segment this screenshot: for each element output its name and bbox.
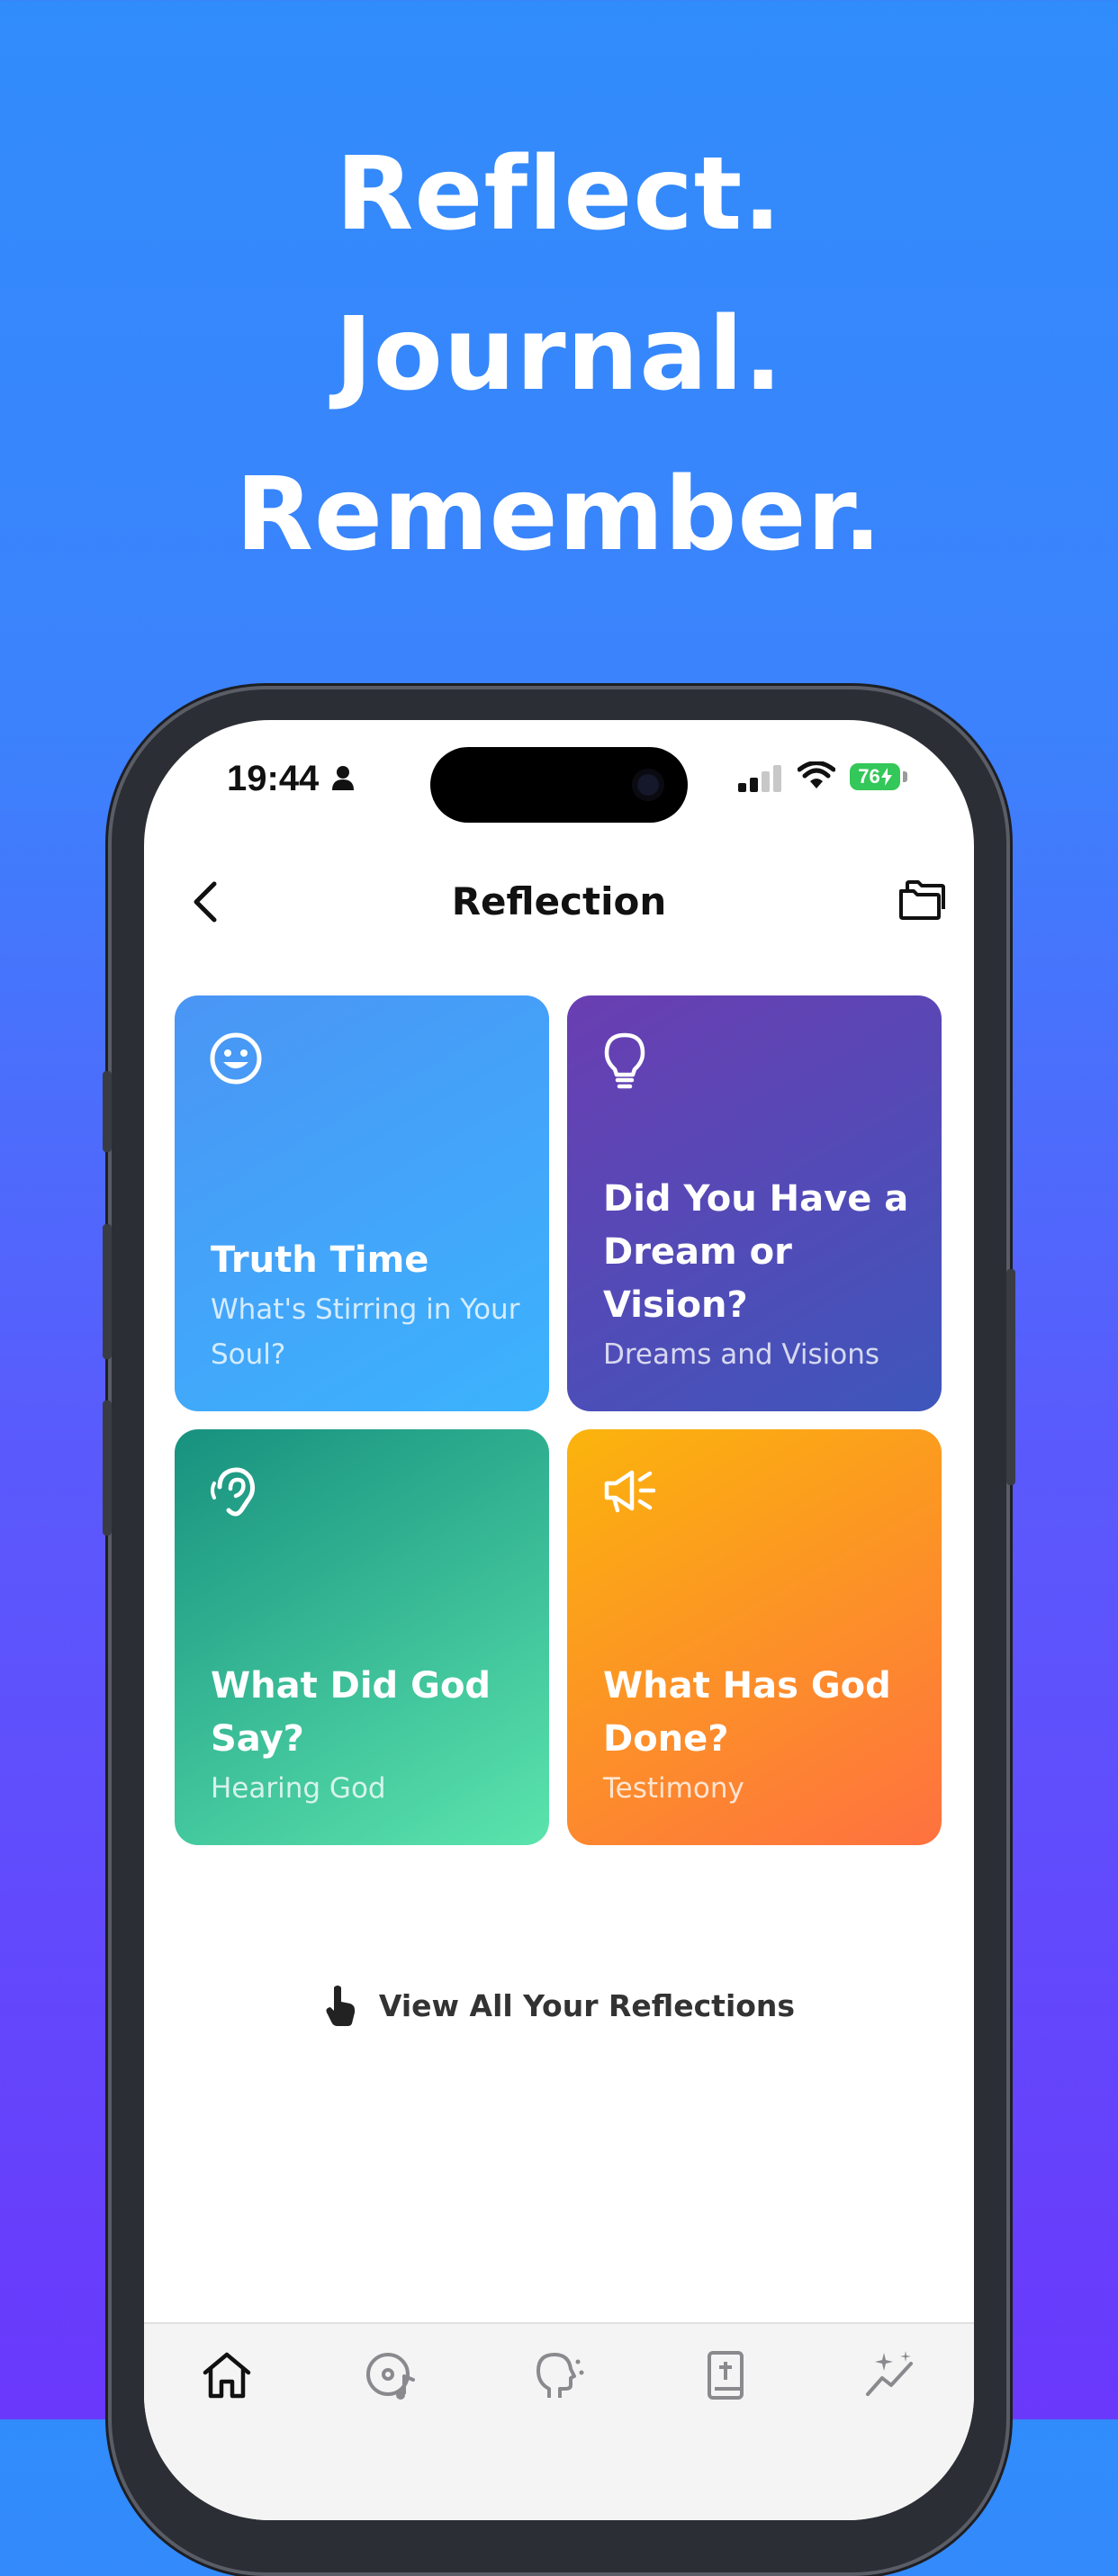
phone-volume-up: [103, 1224, 112, 1359]
card-title: Did You Have a Dream or Vision?: [603, 1178, 909, 1326]
card-subtitle: Dreams and Visions: [603, 1338, 880, 1371]
tab-bible[interactable]: [690, 2349, 762, 2412]
headline-journal: Journal.: [335, 296, 783, 413]
smiley-icon: [210, 1032, 262, 1085]
card-title: What Has God Done?: [603, 1665, 891, 1760]
phone-mute-switch: [103, 1071, 112, 1152]
card-subtitle: What's Stirring in Your Soul?: [211, 1293, 520, 1371]
music-disc-icon: [366, 2353, 415, 2400]
card-subtitle: Testimony: [603, 1772, 744, 1805]
headline-reflect: Reflect.: [336, 136, 782, 253]
wifi-icon: [798, 761, 835, 788]
card-subtitle: Hearing God: [211, 1772, 386, 1805]
bible-icon: [708, 2351, 744, 2400]
person-icon: [332, 766, 354, 790]
battery-indicator: 76: [850, 763, 900, 790]
lightbulb-icon: [604, 1032, 645, 1089]
camera-icon: [632, 769, 664, 801]
card-what-did-god-say[interactable]: What Did God Say? Hearing God: [175, 1429, 549, 1845]
card-what-has-god-done[interactable]: What Has God Done? Testimony: [567, 1429, 942, 1845]
status-time: 19:44: [227, 759, 320, 798]
card-title: What Did God Say?: [211, 1665, 491, 1760]
ear-icon: [211, 1467, 256, 1517]
card-dream-or-vision[interactable]: Did You Have a Dream or Vision? Dreams a…: [567, 995, 942, 1411]
charging-bolt-icon: [880, 768, 892, 786]
tab-bar: [144, 2322, 974, 2520]
card-title: Truth Time: [211, 1239, 429, 1281]
cellular-signal-icon: [738, 765, 781, 792]
card-truth-time[interactable]: Truth Time What's Stirring in Your Soul?: [175, 995, 549, 1411]
home-icon: [203, 2352, 251, 2399]
head-thinking-icon: [536, 2353, 584, 2398]
tab-insights[interactable]: [855, 2349, 927, 2412]
view-all-reflections-link[interactable]: View All Your Reflections: [144, 1984, 974, 2027]
headline-remember: Remember.: [235, 456, 883, 573]
phone-screen: 19:44 76 Reflection Truth Time What's St…: [144, 720, 974, 2520]
tab-home[interactable]: [191, 2349, 263, 2412]
sparkle-chart-icon: [866, 2351, 913, 2396]
phone-volume-down: [103, 1401, 112, 1536]
megaphone-icon: [604, 1470, 656, 1513]
battery-level: 76: [858, 765, 880, 788]
pointing-hand-icon: [326, 1986, 356, 2026]
tab-reflection[interactable]: [522, 2349, 594, 2412]
page-title: Reflection: [451, 879, 667, 923]
battery-cap: [903, 771, 907, 782]
view-all-label: View All Your Reflections: [378, 1987, 796, 2023]
phone-power-button: [1006, 1269, 1015, 1485]
tab-music[interactable]: [356, 2349, 428, 2412]
dynamic-island: [430, 747, 688, 823]
folders-icon[interactable]: [898, 878, 947, 922]
